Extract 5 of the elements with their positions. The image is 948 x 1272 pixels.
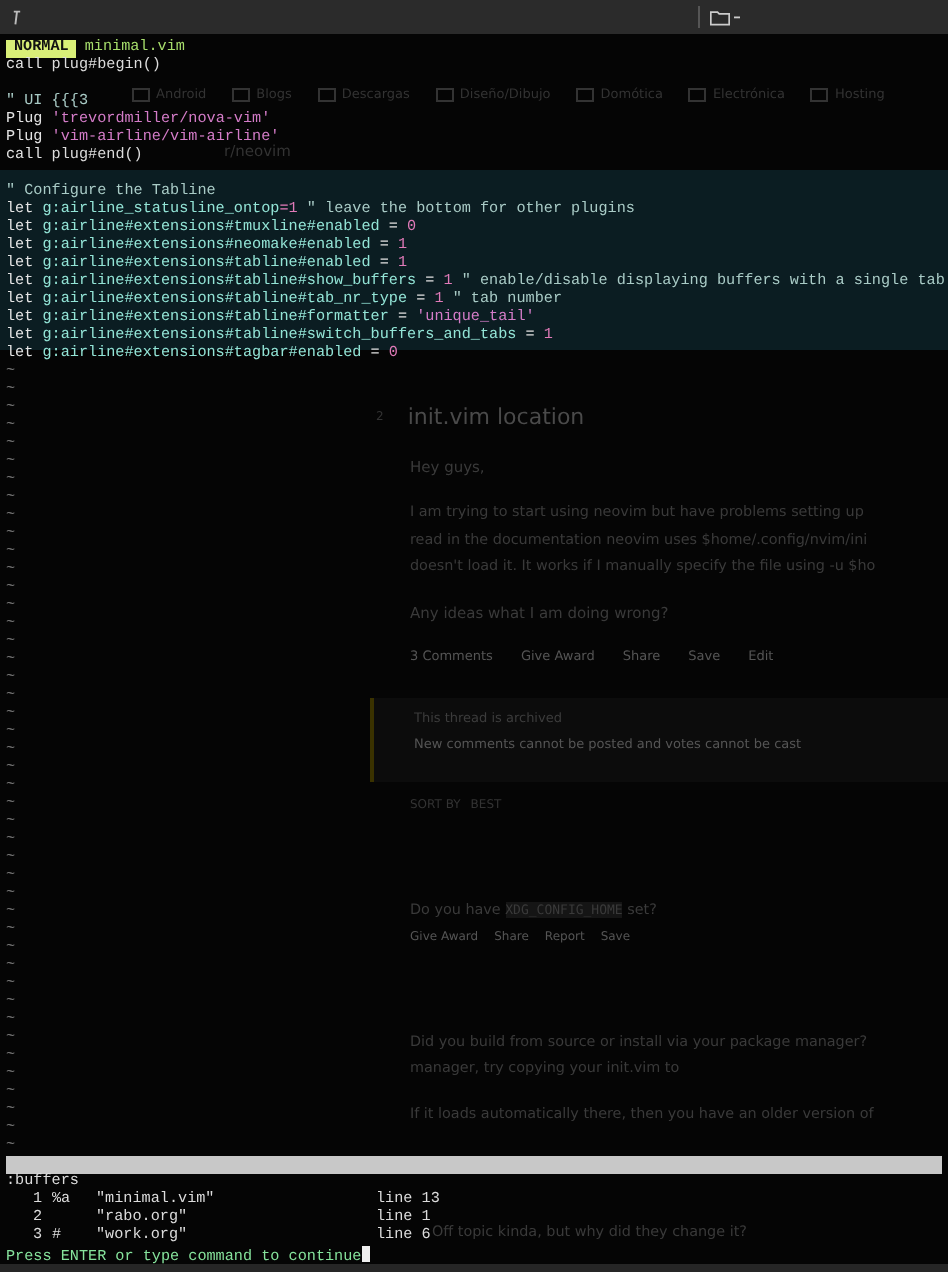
post-title[interactable]: init.vim location (407, 403, 585, 429)
caret-icon[interactable] (734, 15, 740, 19)
terminal-icon[interactable] (12, 9, 22, 25)
folder-icon[interactable] (710, 9, 730, 25)
text-cursor (361, 1246, 370, 1262)
